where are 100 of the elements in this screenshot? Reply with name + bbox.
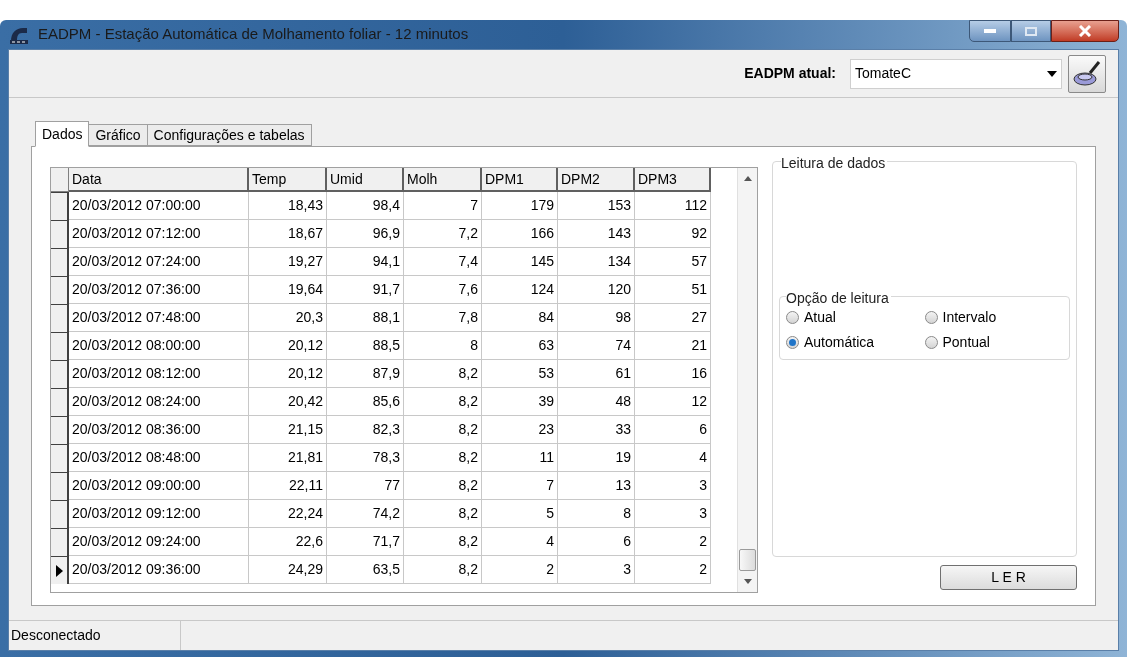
table-cell: 12: [635, 388, 711, 416]
radio-option[interactable]: Intervalo: [924, 307, 1063, 328]
column-header[interactable]: DPM1: [482, 168, 558, 192]
table-cell: 88,5: [327, 332, 404, 360]
row-header[interactable]: [51, 444, 69, 472]
table-cell: 7,4: [404, 248, 482, 276]
row-header[interactable]: [51, 192, 69, 220]
dropdown-arrow-icon: [1047, 70, 1057, 77]
tab[interactable]: Gráfico: [89, 124, 148, 146]
table-cell: 7,8: [404, 304, 482, 332]
table-cell: 8: [558, 500, 635, 528]
table-cell: 18,67: [249, 220, 327, 248]
table-cell: 48: [558, 388, 635, 416]
scroll-thumb[interactable]: [739, 549, 756, 571]
table-cell: 39: [482, 388, 558, 416]
table-cell: 63,5: [327, 556, 404, 584]
table-cell: 71,7: [327, 528, 404, 556]
row-header[interactable]: [51, 360, 69, 388]
table-cell: 8,2: [404, 360, 482, 388]
column-header[interactable]: Temp: [249, 168, 327, 192]
station-button[interactable]: [1068, 54, 1106, 93]
station-dropdown[interactable]: TomateC: [850, 58, 1062, 89]
radio-option[interactable]: Automática: [786, 332, 925, 353]
table-cell: 24,29: [249, 556, 327, 584]
radio-button[interactable]: [786, 336, 799, 349]
table-cell: 20/03/2012 07:24:00: [69, 248, 249, 276]
radio-option[interactable]: Atual: [786, 307, 925, 328]
row-header[interactable]: [51, 500, 69, 528]
table-cell: 18,43: [249, 192, 327, 220]
table-cell: 4: [635, 444, 711, 472]
table-cell: 19,27: [249, 248, 327, 276]
table-cell: 3: [558, 556, 635, 584]
row-header[interactable]: [51, 332, 69, 360]
column-header[interactable]: DPM3: [635, 168, 711, 192]
table-cell: 33: [558, 416, 635, 444]
radio-option[interactable]: Pontual: [924, 332, 1063, 353]
table-cell: 74: [558, 332, 635, 360]
device-icon: [1072, 58, 1102, 89]
row-header[interactable]: [51, 472, 69, 500]
row-header[interactable]: [51, 248, 69, 276]
table-cell: 20,12: [249, 332, 327, 360]
table-cell: 87,9: [327, 360, 404, 388]
row-header[interactable]: [51, 388, 69, 416]
row-header[interactable]: [51, 416, 69, 444]
table-cell: 27: [635, 304, 711, 332]
radio-button[interactable]: [786, 311, 799, 324]
window-title: EADPM - Estação Automática de Molhamento foliar - 12 minutos: [38, 24, 469, 45]
table-cell: 13: [558, 472, 635, 500]
radio-button[interactable]: [924, 311, 938, 324]
column-header[interactable]: DPM2: [558, 168, 635, 192]
column-header[interactable]: Data: [69, 168, 249, 192]
radio-button[interactable]: [924, 336, 938, 349]
maximize-button[interactable]: [1011, 20, 1051, 42]
table-cell: 8,2: [404, 388, 482, 416]
table-cell: 78,3: [327, 444, 404, 472]
read-button[interactable]: L E R: [940, 565, 1077, 590]
table-cell: 8,2: [404, 444, 482, 472]
table-cell: 120: [558, 276, 635, 304]
table-cell: 7: [482, 472, 558, 500]
table-cell: 20/03/2012 07:12:00: [69, 220, 249, 248]
table-cell: 179: [482, 192, 558, 220]
table-cell: 8,2: [404, 500, 482, 528]
table-cell: 21: [635, 332, 711, 360]
table-cell: 88,1: [327, 304, 404, 332]
row-header[interactable]: [51, 556, 69, 584]
table-cell: 8,2: [404, 556, 482, 584]
row-header[interactable]: [51, 304, 69, 332]
corner-header: [51, 168, 69, 192]
table-cell: 2: [635, 528, 711, 556]
table-cell: 19: [558, 444, 635, 472]
close-button[interactable]: [1051, 20, 1119, 42]
table-cell: 3: [635, 500, 711, 528]
row-header[interactable]: [51, 220, 69, 248]
table-cell: 21,15: [249, 416, 327, 444]
scroll-up-icon: [743, 176, 752, 181]
table-cell: 20/03/2012 08:12:00: [69, 360, 249, 388]
table-cell: 143: [558, 220, 635, 248]
table-cell: 8,2: [404, 472, 482, 500]
table-cell: 63: [482, 332, 558, 360]
tab[interactable]: Configurações e tabelas: [147, 124, 312, 146]
table-cell: 61: [558, 360, 635, 388]
minimize-button[interactable]: [969, 20, 1011, 42]
table-cell: 74,2: [327, 500, 404, 528]
table-cell: 7,6: [404, 276, 482, 304]
table-cell: 57: [635, 248, 711, 276]
row-header[interactable]: [51, 528, 69, 556]
table-cell: 84: [482, 304, 558, 332]
tab[interactable]: Dados: [35, 121, 90, 147]
table-cell: 20/03/2012 09:36:00: [69, 556, 249, 584]
table-cell: 92: [635, 220, 711, 248]
table-cell: 3: [635, 472, 711, 500]
column-header[interactable]: Umid: [327, 168, 404, 192]
table-cell: 98: [558, 304, 635, 332]
table-cell: 20,3: [249, 304, 327, 332]
table-cell: 20/03/2012 09:00:00: [69, 472, 249, 500]
table-cell: 82,3: [327, 416, 404, 444]
table-cell: 22,6: [249, 528, 327, 556]
row-header[interactable]: [51, 276, 69, 304]
table-cell: 134: [558, 248, 635, 276]
column-header[interactable]: Molh: [404, 168, 482, 192]
